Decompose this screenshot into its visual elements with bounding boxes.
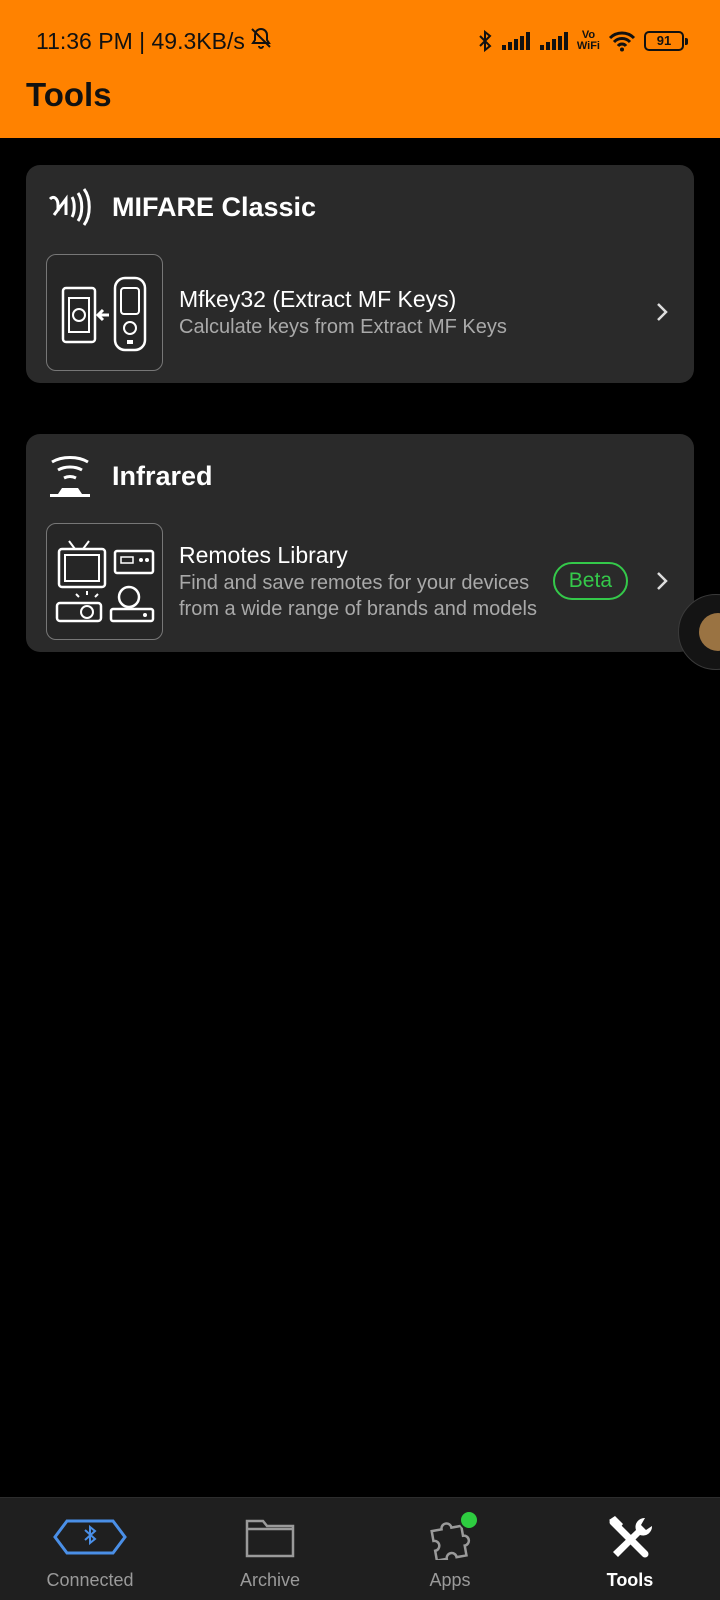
section-header: Infrared [46, 454, 213, 498]
wifi-icon [608, 30, 636, 52]
section-title: MIFARE Classic [112, 191, 317, 222]
bluetooth-device-icon [51, 1512, 129, 1562]
devices-icon [46, 522, 163, 640]
section-header: MIFARE Classic [46, 185, 316, 229]
chevron-right-icon [642, 561, 682, 601]
section-title: Infrared [112, 460, 213, 491]
app-screen: 11:36 PM | 49.3KB/s Vo WiFi 91 Tools MIF… [0, 0, 720, 1600]
mifare-classic-section: MIFARE Classic Mfkey32 (Extract MF Keys)… [26, 165, 694, 383]
battery-icon: 91 [644, 31, 688, 51]
puzzle-icon [427, 1510, 479, 1562]
nav-archive[interactable]: Archive [180, 1498, 360, 1600]
folder-icon [244, 1512, 296, 1562]
nav-tools[interactable]: Tools [540, 1498, 720, 1600]
tool-name: Remotes Library [179, 542, 348, 568]
card-reader-icon [46, 253, 163, 371]
nav-label: Connected [46, 1570, 134, 1590]
vowifi-icon: Vo WiFi [576, 29, 600, 52]
infrared-icon [46, 454, 94, 498]
status-bar: 11:36 PM | 49.3KB/s Vo WiFi 91 [36, 24, 688, 58]
status-time-speed: 11:36 PM | 49.3KB/s [36, 27, 245, 54]
tool-remotes-library[interactable]: Remotes Library Find and save remotes fo… [46, 522, 694, 640]
signal-2-icon [539, 31, 569, 51]
signal-1-icon [501, 31, 531, 51]
nav-label: Tools [606, 1570, 654, 1590]
nav-apps[interactable]: Apps [360, 1498, 540, 1600]
tool-mfkey32[interactable]: Mfkey32 (Extract MF Keys) Calculate keys… [46, 253, 694, 371]
nav-label: Apps [429, 1570, 471, 1590]
nfc-icon [46, 185, 94, 229]
bottom-navigation: Connected Archive Apps Tools [0, 1497, 720, 1600]
page-title: Tools [26, 76, 112, 113]
tool-description: Calculate keys from Extract MF Keys [179, 316, 507, 338]
nav-connected[interactable]: Connected [0, 1498, 180, 1600]
bluetooth-status-icon [477, 29, 493, 53]
tools-icon [605, 1512, 655, 1562]
beta-badge: Beta [552, 562, 628, 600]
nav-label: Archive [239, 1570, 301, 1590]
notification-dot [459, 1510, 479, 1530]
tool-name: Mfkey32 (Extract MF Keys) [179, 286, 457, 312]
chevron-right-icon [642, 292, 682, 332]
notifications-muted-icon [249, 26, 273, 56]
tool-description: Find and save remotes for your devices f… [179, 572, 537, 620]
infrared-section: Infrared Remotes Library Find and save r… [26, 434, 694, 652]
top-app-bar: 11:36 PM | 49.3KB/s Vo WiFi 91 Tools [0, 0, 720, 138]
